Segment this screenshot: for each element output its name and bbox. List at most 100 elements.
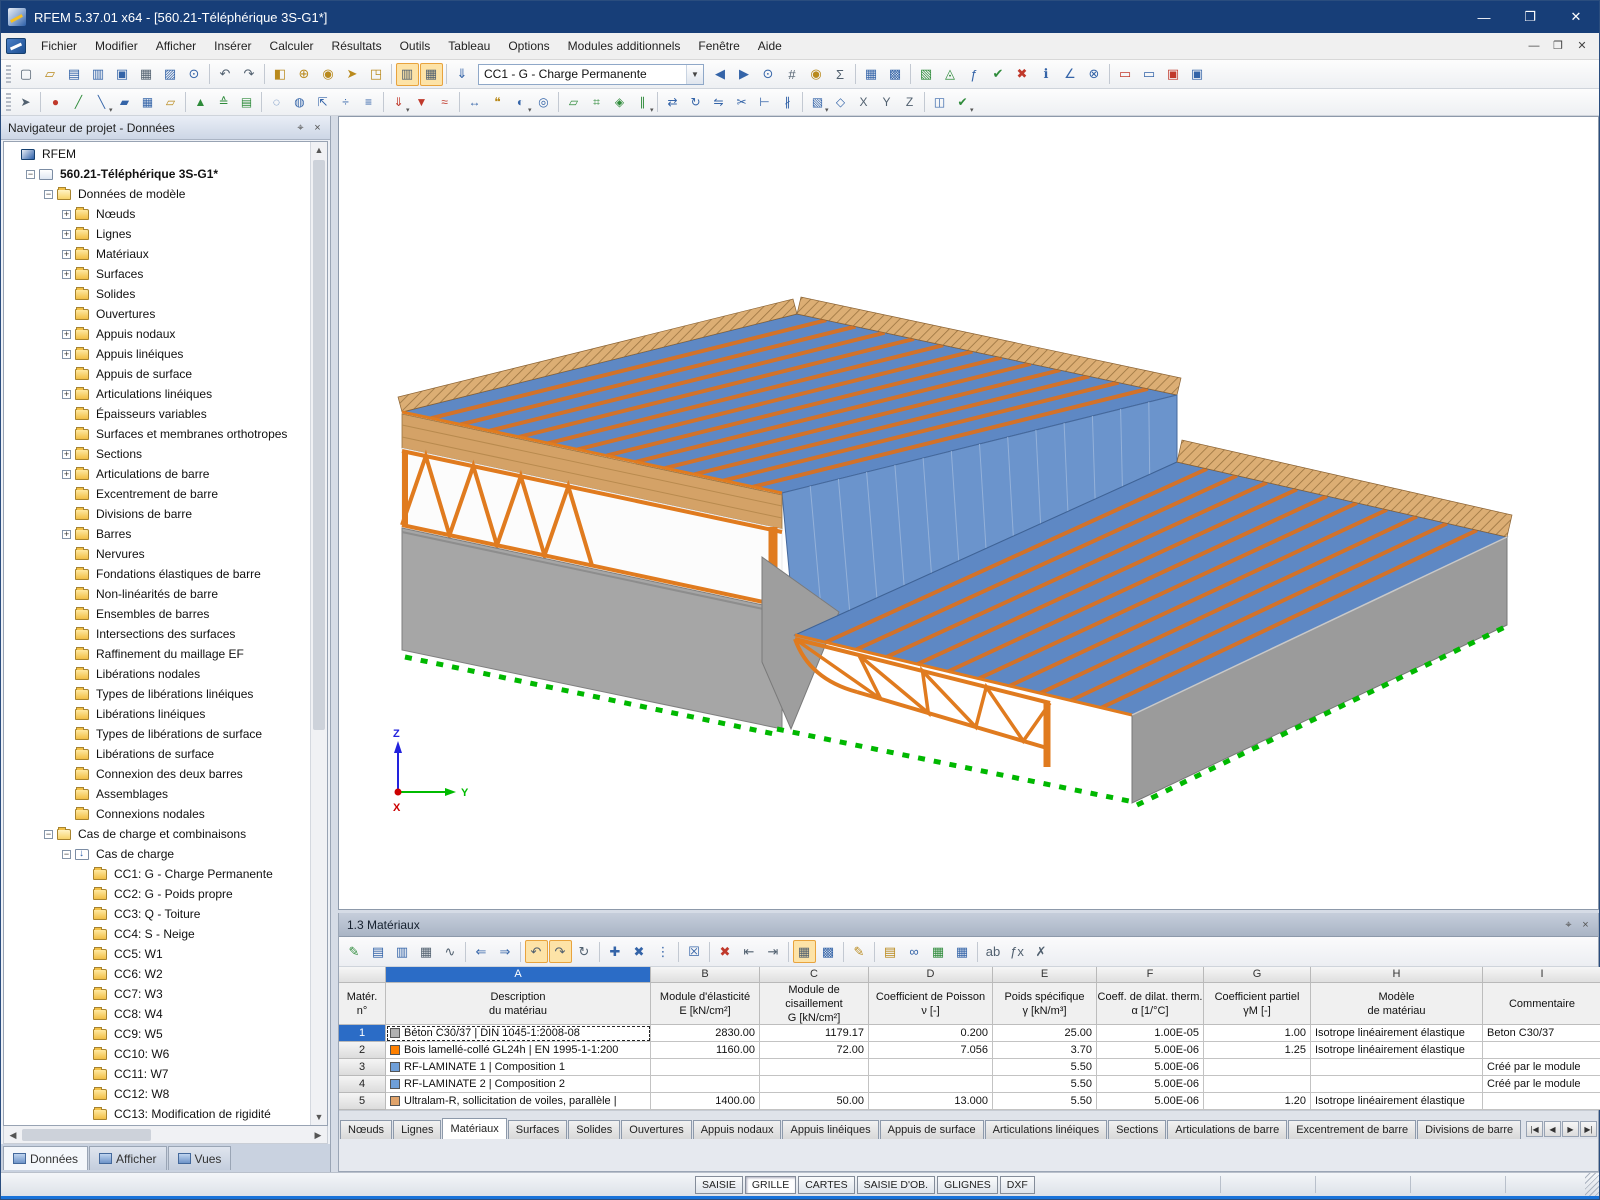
- scroll-down-icon[interactable]: ▼: [311, 1109, 327, 1125]
- cell-poids-specifique-1[interactable]: 25.00: [993, 1025, 1097, 1042]
- new-eccentricity-icon[interactable]: ⇱: [312, 91, 334, 113]
- cell-module-d-elasticite-4[interactable]: [651, 1076, 760, 1093]
- edit-comment-icon[interactable]: ✎: [848, 940, 871, 963]
- print-preview-icon[interactable]: ⊙: [183, 63, 206, 86]
- snap-icon[interactable]: ◈: [609, 91, 631, 113]
- row-number[interactable]: 4: [339, 1076, 386, 1093]
- zoom-in-icon[interactable]: ⊕: [293, 63, 316, 86]
- tree-item-cc9-w5[interactable]: CC9: W5: [4, 1024, 310, 1044]
- scroll-up-icon[interactable]: ▲: [311, 142, 327, 158]
- tree-expander-icon[interactable]: +: [62, 270, 71, 279]
- tree-item-cc1-g-charge-permanente[interactable]: CC1: G - Charge Permanente: [4, 864, 310, 884]
- status-toggle-glignes[interactable]: GLIGNES: [937, 1176, 998, 1194]
- cell-coeff-de-dilat-therm-4[interactable]: 5.00E-06: [1097, 1076, 1204, 1093]
- menu-item-inserer[interactable]: Insérer: [205, 33, 260, 60]
- tree-item-cc6-w2[interactable]: CC6: W2: [4, 964, 310, 984]
- tree-item-cc8-w4[interactable]: CC8: W4: [4, 1004, 310, 1024]
- tree-item-excentrement-de-barre[interactable]: Excentrement de barre: [4, 484, 310, 504]
- new-solid-icon[interactable]: ▦: [137, 91, 159, 113]
- tree-item-materiaux[interactable]: +Matériaux: [4, 244, 310, 264]
- guidelines-icon[interactable]: ∥▾: [632, 91, 654, 113]
- detail-entry-icon[interactable]: ⋮: [652, 940, 675, 963]
- cell-coefficient-partiel-5[interactable]: 1.20: [1204, 1093, 1311, 1110]
- table-tab-sections[interactable]: Sections: [1108, 1120, 1166, 1139]
- result-values-icon[interactable]: ◬: [939, 63, 962, 86]
- column-header-C[interactable]: Module de cisaillementG [kN/cm²]: [760, 983, 869, 1025]
- cell-poids-specifique-5[interactable]: 5.50: [993, 1093, 1097, 1110]
- cell-modele-2[interactable]: Isotrope linéairement élastique: [1311, 1042, 1483, 1059]
- table-row-material-1[interactable]: 1Béton C30/37 | DIN 1045-1:2008-082830.0…: [339, 1025, 1598, 1042]
- cell-commentaire-3[interactable]: Créé par le module: [1483, 1059, 1600, 1076]
- cell-coeff-de-dilat-therm-1[interactable]: 1.00E-05: [1097, 1025, 1204, 1042]
- new-opening-icon[interactable]: ▱: [160, 91, 182, 113]
- cell-coefficient-de-poisson-4[interactable]: [869, 1076, 993, 1093]
- tree-item-fondations-elastiques-de-barre[interactable]: Fondations élastiques de barre: [4, 564, 310, 584]
- column-header-I[interactable]: Commentaire: [1483, 983, 1600, 1025]
- tree-item-cc13-modification-de-rigidite[interactable]: CC13: Modification de rigidité: [4, 1104, 310, 1124]
- menu-item-calculer[interactable]: Calculer: [261, 33, 323, 60]
- zoom-target-icon[interactable]: ◉: [317, 63, 340, 86]
- resize-grip[interactable]: [1585, 1173, 1599, 1196]
- table-tab-n-uds[interactable]: Nœuds: [340, 1120, 392, 1139]
- tree-expander-icon[interactable]: +: [62, 250, 71, 259]
- print-graphic-icon[interactable]: ▨: [159, 63, 182, 86]
- scroll-left-icon[interactable]: ◀: [4, 1127, 22, 1143]
- cell-commentaire-2[interactable]: [1483, 1042, 1600, 1059]
- comment-icon[interactable]: ❝: [487, 91, 509, 113]
- tree-item-types-de-liberations-lineiques[interactable]: Types de libérations linéiques: [4, 684, 310, 704]
- minimize-button[interactable]: —: [1461, 1, 1507, 33]
- tree-item-raffinement-du-maillage-ef[interactable]: Raffinement du maillage EF: [4, 644, 310, 664]
- column-letter-rownum[interactable]: [339, 967, 386, 983]
- cell-coefficient-partiel-3[interactable]: [1204, 1059, 1311, 1076]
- tree-item-donnees-de-modele[interactable]: −Données de modèle: [4, 184, 310, 204]
- tree-item-rfem[interactable]: RFEM: [4, 144, 310, 164]
- tree-item-560-21-telepherique-3s-g1[interactable]: −560.21-Téléphérique 3S-G1*: [4, 164, 310, 184]
- export-cells-icon[interactable]: ⇥: [762, 940, 785, 963]
- column-header-G[interactable]: Coefficient partielγM [-]: [1204, 983, 1311, 1025]
- table-tab-articulations-lineiques[interactable]: Articulations linéiques: [985, 1120, 1107, 1139]
- cell-poids-specifique-3[interactable]: 5.50: [993, 1059, 1097, 1076]
- menu-item-tableau[interactable]: Tableau: [439, 33, 499, 60]
- settings-icon[interactable]: ⊗: [1083, 63, 1106, 86]
- previous-load-case-icon[interactable]: ◀: [709, 63, 732, 86]
- maximize-button[interactable]: ❐: [1507, 1, 1553, 33]
- delete-all-icon[interactable]: ✖: [714, 940, 737, 963]
- column-letter-A[interactable]: A: [386, 967, 651, 983]
- new-line-support-icon[interactable]: ≙: [213, 91, 235, 113]
- dropdown-caret-icon[interactable]: ▾: [528, 106, 532, 114]
- cell-description-4[interactable]: RF-LAMINATE 2 | Composition 2: [386, 1076, 651, 1093]
- tree-item-surfaces[interactable]: +Surfaces: [4, 264, 310, 284]
- view-x-icon[interactable]: X: [853, 91, 875, 113]
- tree-item-surfaces-et-membranes-orthotropes[interactable]: Surfaces et membranes orthotropes: [4, 424, 310, 444]
- table-tab-appuis-nodaux[interactable]: Appuis nodaux: [693, 1120, 782, 1139]
- mdi-restore-button[interactable]: ❐: [1547, 37, 1569, 55]
- tree-item-cc4-s-neige[interactable]: CC4: S - Neige: [4, 924, 310, 944]
- tree-expander-icon[interactable]: +: [62, 530, 71, 539]
- tree-item-epaisseurs-variables[interactable]: Épaisseurs variables: [4, 404, 310, 424]
- tree-item-articulations-lineiques[interactable]: +Articulations linéiques: [4, 384, 310, 404]
- delete-row-icon[interactable]: ▥: [391, 940, 414, 963]
- cell-commentaire-4[interactable]: Créé par le module: [1483, 1076, 1600, 1093]
- tree-item-liberations-lineiques[interactable]: Libérations linéiques: [4, 704, 310, 724]
- row-number[interactable]: 2: [339, 1042, 386, 1059]
- table-tab-materiaux[interactable]: Matériaux: [442, 1118, 506, 1139]
- insert-row-icon[interactable]: ▤: [367, 940, 390, 963]
- tree-item-types-de-liberations-de-surface[interactable]: Types de libérations de surface: [4, 724, 310, 744]
- menu-item-fichier[interactable]: Fichier: [32, 33, 86, 60]
- new-surface-support-icon[interactable]: ▤: [236, 91, 258, 113]
- column-letter-D[interactable]: D: [869, 967, 993, 983]
- menu-item-afficher[interactable]: Afficher: [147, 33, 205, 60]
- table-pin-icon[interactable]: ⌖: [1560, 917, 1577, 933]
- tab-nav-icon-2[interactable]: ▶: [1562, 1121, 1579, 1137]
- divide-icon[interactable]: ∦: [777, 91, 799, 113]
- pointer-mode-icon[interactable]: ➤: [341, 63, 364, 86]
- mdi-close-button[interactable]: ✕: [1571, 37, 1593, 55]
- mirror-icon[interactable]: ⇋: [708, 91, 730, 113]
- menu-item-aide[interactable]: Aide: [749, 33, 791, 60]
- new-division-icon[interactable]: ÷: [335, 91, 357, 113]
- table-filter-icon[interactable]: ▦: [415, 940, 438, 963]
- dropdown-caret-icon[interactable]: ▾: [406, 106, 410, 114]
- column-header-D[interactable]: Coefficient de Poissonν [-]: [869, 983, 993, 1025]
- close-button[interactable]: ✕: [1553, 1, 1599, 33]
- column-header-H[interactable]: Modèlede matériau: [1311, 983, 1483, 1025]
